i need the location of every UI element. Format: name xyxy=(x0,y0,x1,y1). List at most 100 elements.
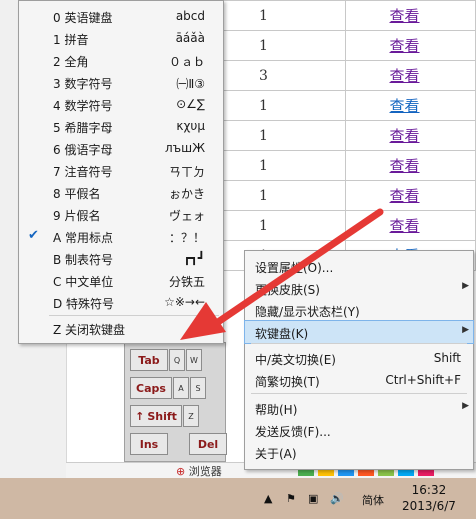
key-w[interactable]: W xyxy=(186,349,202,371)
clock[interactable]: 16:32 2013/6/7 xyxy=(402,482,456,514)
soft-keyboard-menu-item[interactable]: 8 平假名 ぉかき xyxy=(19,181,223,203)
menu-item-sample: лъшЖ xyxy=(164,141,205,155)
up-arrow-icon: ↑ xyxy=(135,409,145,423)
count-cell: 1 xyxy=(222,150,346,181)
menu-item-label: D 特殊符号 xyxy=(53,297,115,311)
view-cell: 查看 xyxy=(344,150,476,181)
menu-item-sample: ぉかき xyxy=(168,187,205,201)
context-menu-item[interactable]: 帮助(H) ▶ xyxy=(245,397,473,419)
view-link[interactable]: 查看 xyxy=(390,127,420,145)
key-z[interactable]: Z xyxy=(183,405,199,427)
count-cell: 1 xyxy=(222,120,346,151)
context-menu-item[interactable]: 更换皮肤(S) ▶ xyxy=(245,277,473,299)
view-cell: 查看 xyxy=(344,0,476,31)
browse-text: 浏览器 xyxy=(188,465,222,478)
submenu-arrow-icon: ▶ xyxy=(462,401,469,411)
soft-keyboard-menu-item[interactable]: 1 拼音 āáǎà xyxy=(19,27,223,49)
menu-item-label: 更换皮肤(S) xyxy=(255,283,320,297)
results-table: 1查看1查看3查看1查看1查看1查看1查看1查看1查看 xyxy=(222,0,476,271)
soft-keyboard-menu-item[interactable]: ✔ A 常用标点 ：？！ xyxy=(19,225,223,247)
view-link[interactable]: 查看 xyxy=(390,37,420,55)
view-cell: 查看 xyxy=(344,210,476,241)
context-menu-item[interactable]: 设置属性(O)... xyxy=(245,255,473,277)
table-row: 1 查看 xyxy=(222,210,476,241)
table-row: 1 查看 xyxy=(222,150,476,181)
key-s[interactable]: S xyxy=(190,377,206,399)
key-a[interactable]: A xyxy=(173,377,189,399)
view-link[interactable]: 查看 xyxy=(390,7,420,25)
soft-keyboard-menu-item[interactable]: 7 注音符号 ㄢㄒㄉ xyxy=(19,159,223,181)
soft-keyboard-menu-item[interactable]: B 制表符号 ┏┓┛ xyxy=(19,247,223,269)
menu-item-label: C 中文单位 xyxy=(53,275,114,289)
menu-item-sample: 分铁五 xyxy=(168,275,205,289)
menu-item-sample: ☆※→← xyxy=(164,295,205,309)
count-cell: 1 xyxy=(222,30,346,61)
context-menu-item[interactable]: 中/英文切换(E) Shift xyxy=(245,347,473,369)
ime-lang-indicator[interactable]: 简体 xyxy=(362,492,384,508)
menu-item-label: 设置属性(O)... xyxy=(255,261,334,275)
view-cell: 查看 xyxy=(344,90,476,121)
view-link[interactable]: 查看 xyxy=(390,67,420,85)
soft-keyboard-menu-item[interactable]: 4 数学符号 ⊙∠∑ xyxy=(19,93,223,115)
clock-date: 2013/6/7 xyxy=(402,499,456,513)
key-caps[interactable]: Caps xyxy=(130,377,172,399)
menu-item-label: 8 平假名 xyxy=(53,187,101,201)
view-cell: 查看 xyxy=(344,60,476,91)
key-q[interactable]: Q xyxy=(169,349,185,371)
network-icon[interactable]: ▣ xyxy=(308,492,318,505)
ime-context-menu: 设置属性(O)... 更换皮肤(S) ▶ 隐藏/显示状态栏(Y) 软键盘(K) ▶ 中/英文… xyxy=(244,250,474,470)
menu-separator xyxy=(251,343,467,344)
browse-label[interactable]: ⊕ 浏览器 xyxy=(176,463,222,479)
clock-time: 16:32 xyxy=(411,483,447,497)
context-menu-item[interactable]: 关于(A) xyxy=(245,441,473,463)
key-del[interactable]: Del xyxy=(189,433,227,455)
soft-keyboard-menu-item[interactable]: 5 希腊字母 κχυμ xyxy=(19,115,223,137)
menu-item-label: Z 关闭软键盘 xyxy=(53,323,126,337)
menu-item-label: 0 英语键盘 xyxy=(53,11,113,25)
key-shift[interactable]: ↑ Shift xyxy=(130,405,182,427)
menu-item-label: 简繁切换(T) xyxy=(255,375,320,389)
view-link[interactable]: 查看 xyxy=(390,157,420,175)
view-cell: 查看 xyxy=(344,180,476,211)
view-link[interactable]: 查看 xyxy=(390,217,420,235)
soft-keyboard-menu-item[interactable]: C 中文单位 分铁五 xyxy=(19,269,223,291)
count-cell: 3 xyxy=(222,60,346,91)
view-link[interactable]: 查看 xyxy=(390,187,420,205)
menu-separator xyxy=(251,393,467,394)
menu-item-sample: ヴェォ xyxy=(168,209,205,223)
count-cell: 1 xyxy=(222,90,346,121)
menu-item-label: 关于(A) xyxy=(255,447,297,461)
soft-keyboard-menu-item[interactable]: 0 英语键盘 abcd xyxy=(19,5,223,27)
menu-item-shortcut: Ctrl+Shift+F xyxy=(385,373,461,387)
context-menu-item[interactable]: 软键盘(K) ▶ xyxy=(244,320,474,344)
menu-item-label: 发送反馈(F)... xyxy=(255,425,331,439)
soft-keyboard-menu-item[interactable]: 9 片假名 ヴェォ xyxy=(19,203,223,225)
context-menu-item[interactable]: 简繁切换(T) Ctrl+Shift+F xyxy=(245,369,473,391)
soft-keyboard-menu-item[interactable]: 6 俄语字母 лъшЖ xyxy=(19,137,223,159)
table-row: 1 查看 xyxy=(222,180,476,211)
context-menu-item[interactable]: 发送反馈(F)... xyxy=(245,419,473,441)
view-cell: 查看 xyxy=(344,120,476,151)
table-row: 1 查看 xyxy=(222,90,476,121)
menu-item-shortcut: Shift xyxy=(433,351,461,365)
close-soft-keyboard-item[interactable]: Z 关闭软键盘 xyxy=(19,317,223,339)
context-menu-item[interactable]: 隐藏/显示状态栏(Y) xyxy=(245,299,473,321)
menu-item-sample: āáǎà xyxy=(175,31,205,45)
menu-item-sample: ㄢㄒㄉ xyxy=(168,165,205,179)
menu-item-label: 帮助(H) xyxy=(255,403,298,417)
key-ins[interactable]: Ins xyxy=(130,433,168,455)
submenu-arrow-icon: ▶ xyxy=(462,325,469,335)
menu-item-sample: κχυμ xyxy=(176,119,205,133)
key-tab[interactable]: Tab xyxy=(130,349,168,371)
view-link[interactable]: 查看 xyxy=(390,97,420,115)
submenu-arrow-icon: ▶ xyxy=(462,281,469,291)
menu-item-sample: ：？！ xyxy=(168,231,205,245)
soft-keyboard-menu-item[interactable]: D 特殊符号 ☆※→← xyxy=(19,291,223,313)
soft-keyboard-menu-item[interactable]: 3 数字符号 ㈠Ⅱ③ xyxy=(19,71,223,93)
soft-keyboard-menu-item[interactable]: 2 全角 ０ａｂ xyxy=(19,49,223,71)
volume-icon[interactable]: 🔊 xyxy=(330,492,344,505)
table-row: 3 查看 xyxy=(222,60,476,91)
count-cell: 1 xyxy=(222,180,346,211)
flag-icon[interactable]: ⚑ xyxy=(286,492,296,505)
show-hidden-icons-icon[interactable]: ▲ xyxy=(264,492,272,505)
